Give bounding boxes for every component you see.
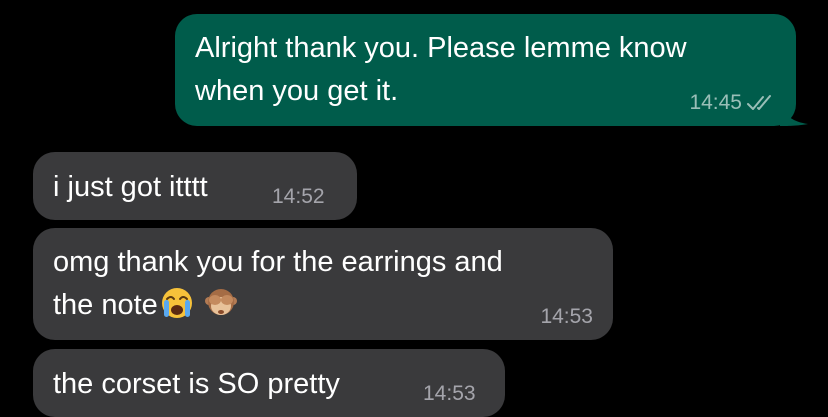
message-timestamp: 14:53 bbox=[423, 382, 476, 405]
incoming-message-bubble[interactable]: the corset is SO pretty 14:53 bbox=[33, 349, 505, 417]
double-check-icon bbox=[747, 95, 771, 110]
message-text: omg thank you for the earrings and the n… bbox=[53, 241, 593, 327]
bubble-tail bbox=[780, 104, 808, 126]
incoming-message-bubble[interactable]: i just got itttt 14:52 bbox=[33, 152, 357, 220]
loudly-crying-face-emoji bbox=[161, 288, 192, 318]
see-no-evil-monkey-emoji bbox=[204, 289, 237, 315]
message-text-line-2: the note bbox=[53, 289, 158, 321]
message-timestamp: 14:52 bbox=[272, 185, 325, 208]
outgoing-message-bubble[interactable]: Alright thank you. Please lemme know whe… bbox=[175, 14, 796, 126]
message-text: the corset is SO pretty bbox=[53, 368, 340, 400]
message-meta: 14:45 bbox=[689, 91, 776, 115]
incoming-message-bubble[interactable]: omg thank you for the earrings and the n… bbox=[33, 228, 613, 340]
message-text-line-1: omg thank you for the earrings and bbox=[53, 246, 503, 278]
message-timestamp: 14:53 bbox=[540, 305, 593, 328]
message-timestamp: 14:45 bbox=[689, 91, 742, 114]
message-text: i just got itttt bbox=[53, 171, 208, 203]
